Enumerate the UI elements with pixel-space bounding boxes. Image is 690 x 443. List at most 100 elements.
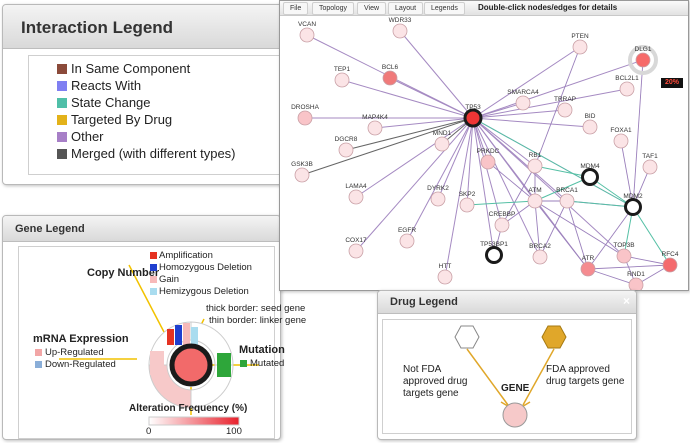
mutated-label: Mutated	[250, 358, 285, 369]
same-component-swatch	[57, 64, 67, 74]
network-edge[interactable]	[534, 46, 581, 167]
node-label: COX17	[345, 237, 367, 244]
node-rb1[interactable]	[527, 158, 543, 174]
node-brca2[interactable]	[532, 249, 548, 265]
network-edge[interactable]	[472, 117, 495, 256]
node-crebbp[interactable]	[494, 217, 510, 233]
drug-legend-box: Not FDA approved drug targets gene FDA a…	[382, 319, 632, 434]
node-skp2[interactable]	[459, 197, 475, 213]
node-drosha[interactable]	[297, 110, 313, 126]
node-label: TAF1	[642, 153, 658, 160]
close-icon[interactable]: ×	[623, 294, 630, 308]
reacts-with-swatch	[57, 81, 67, 91]
mutated-swatch	[240, 360, 247, 367]
menu-file[interactable]: File	[283, 2, 309, 15]
node-rfc4[interactable]	[662, 257, 678, 273]
node-label: MND1	[433, 130, 452, 137]
node-label: BCL2L1	[615, 75, 639, 82]
node-top3b[interactable]	[616, 248, 632, 264]
network-edge[interactable]	[399, 30, 474, 119]
node-dlg1[interactable]	[635, 52, 651, 68]
menu-legends[interactable]: Legends	[424, 2, 465, 15]
node-label: PRKDC	[477, 148, 500, 155]
node-lama4[interactable]	[348, 189, 364, 205]
node-bcl2l1[interactable]	[619, 81, 635, 97]
node-wdr33[interactable]	[392, 23, 408, 39]
thin-border-note: thin border: linker gene	[209, 315, 307, 326]
node-tep1[interactable]	[334, 72, 350, 88]
network-toolbar: File Topology View Layout Legends Double…	[280, 1, 688, 16]
legend-item-label: Other	[71, 129, 104, 144]
selected-node-percent: 20%	[661, 78, 683, 88]
down-regulated-label: Down-Regulated	[45, 359, 116, 370]
node-atr[interactable]	[580, 261, 596, 277]
alteration-frequency-heading: Alteration Frequency (%)	[129, 403, 248, 414]
node-pten[interactable]	[572, 39, 588, 55]
node-tp53[interactable]	[463, 108, 483, 128]
hemizygous-deletion-label: Hemizygous Deletion	[159, 286, 249, 297]
menu-layout[interactable]: Layout	[388, 2, 424, 15]
not-fda-drug-hexagon	[454, 325, 480, 349]
node-vcan[interactable]	[299, 27, 315, 43]
network-edge[interactable]	[472, 117, 591, 128]
node-label: LAMA4	[345, 183, 367, 190]
legend-item-label: Reacts With	[71, 78, 142, 93]
legend-item-label: State Change	[71, 95, 151, 110]
node-egfr[interactable]	[399, 233, 415, 249]
node-label: RND1	[627, 271, 645, 278]
network-edge[interactable]	[472, 117, 503, 226]
node-dgcr8[interactable]	[338, 142, 354, 158]
node-label: MDM2	[623, 193, 643, 200]
node-label: EGFR	[398, 227, 416, 234]
homozygous-deletion-label: Homozygous Deletion	[159, 262, 252, 273]
legend-item-label: Targeted By Drug	[71, 112, 173, 127]
network-edge[interactable]	[472, 88, 628, 119]
node-gsk3b[interactable]	[294, 167, 310, 183]
network-graph[interactable]: VCAN WDR33 PTEN DLG1 TEP1 BCL6 BCL2L1 DROSHA TP5…	[280, 15, 689, 291]
node-mdm2[interactable]	[624, 198, 642, 216]
node-dyrk2[interactable]	[430, 191, 446, 207]
node-foxa1[interactable]	[613, 133, 629, 149]
menu-topology[interactable]: Topology	[312, 2, 355, 15]
drug-legend-title: Drug Legend ×	[378, 291, 636, 314]
gene-label: GENE	[501, 383, 530, 394]
alteration-max-label: 100	[226, 426, 242, 437]
up-regulated-swatch	[35, 349, 42, 356]
amplification-swatch	[150, 252, 157, 259]
node-prkdc[interactable]	[480, 154, 496, 170]
node-label: PTEN	[571, 33, 589, 40]
node-tp53bp1[interactable]	[485, 246, 503, 264]
menu-view[interactable]: View	[357, 2, 387, 15]
mutation-heading: Mutation	[239, 344, 285, 356]
homozygous-deletion-swatch	[150, 264, 157, 271]
network-edge[interactable]	[472, 117, 625, 257]
node-taf1[interactable]	[642, 159, 658, 175]
mrna-heading: mRNA Expression	[33, 333, 129, 345]
node-map4k4[interactable]	[367, 120, 383, 136]
node-mdm4[interactable]	[581, 168, 599, 186]
node-smarca4[interactable]	[515, 95, 531, 111]
node-bid[interactable]	[582, 119, 598, 135]
node-mnd1[interactable]	[434, 136, 450, 152]
node-trrap[interactable]	[557, 102, 573, 118]
node-label: SKP2	[459, 191, 476, 198]
node-htt[interactable]	[437, 269, 453, 285]
node-label: FOXA1	[610, 127, 632, 134]
node-cox17[interactable]	[348, 243, 364, 259]
node-label: RFC4	[662, 251, 679, 258]
copy-number-heading: Copy Number	[87, 267, 160, 279]
network-edge[interactable]	[466, 200, 536, 206]
node-brca1[interactable]	[559, 193, 575, 209]
node-label: HTT	[439, 263, 452, 270]
network-view[interactable]: File Topology View Layout Legends Double…	[279, 0, 689, 291]
node-label: SMARCA4	[507, 89, 539, 96]
node-label: RB1	[529, 152, 542, 159]
network-edge[interactable]	[632, 59, 644, 208]
node-label: DLG1	[635, 46, 652, 53]
node-bcl6[interactable]	[382, 70, 398, 86]
not-fda-label: Not FDA approved drug targets gene	[403, 364, 468, 399]
legend-item-label: In Same Component	[71, 61, 191, 76]
node-atm[interactable]	[527, 193, 543, 209]
down-regulated-swatch	[35, 361, 42, 368]
node-label: WDR33	[389, 17, 412, 24]
